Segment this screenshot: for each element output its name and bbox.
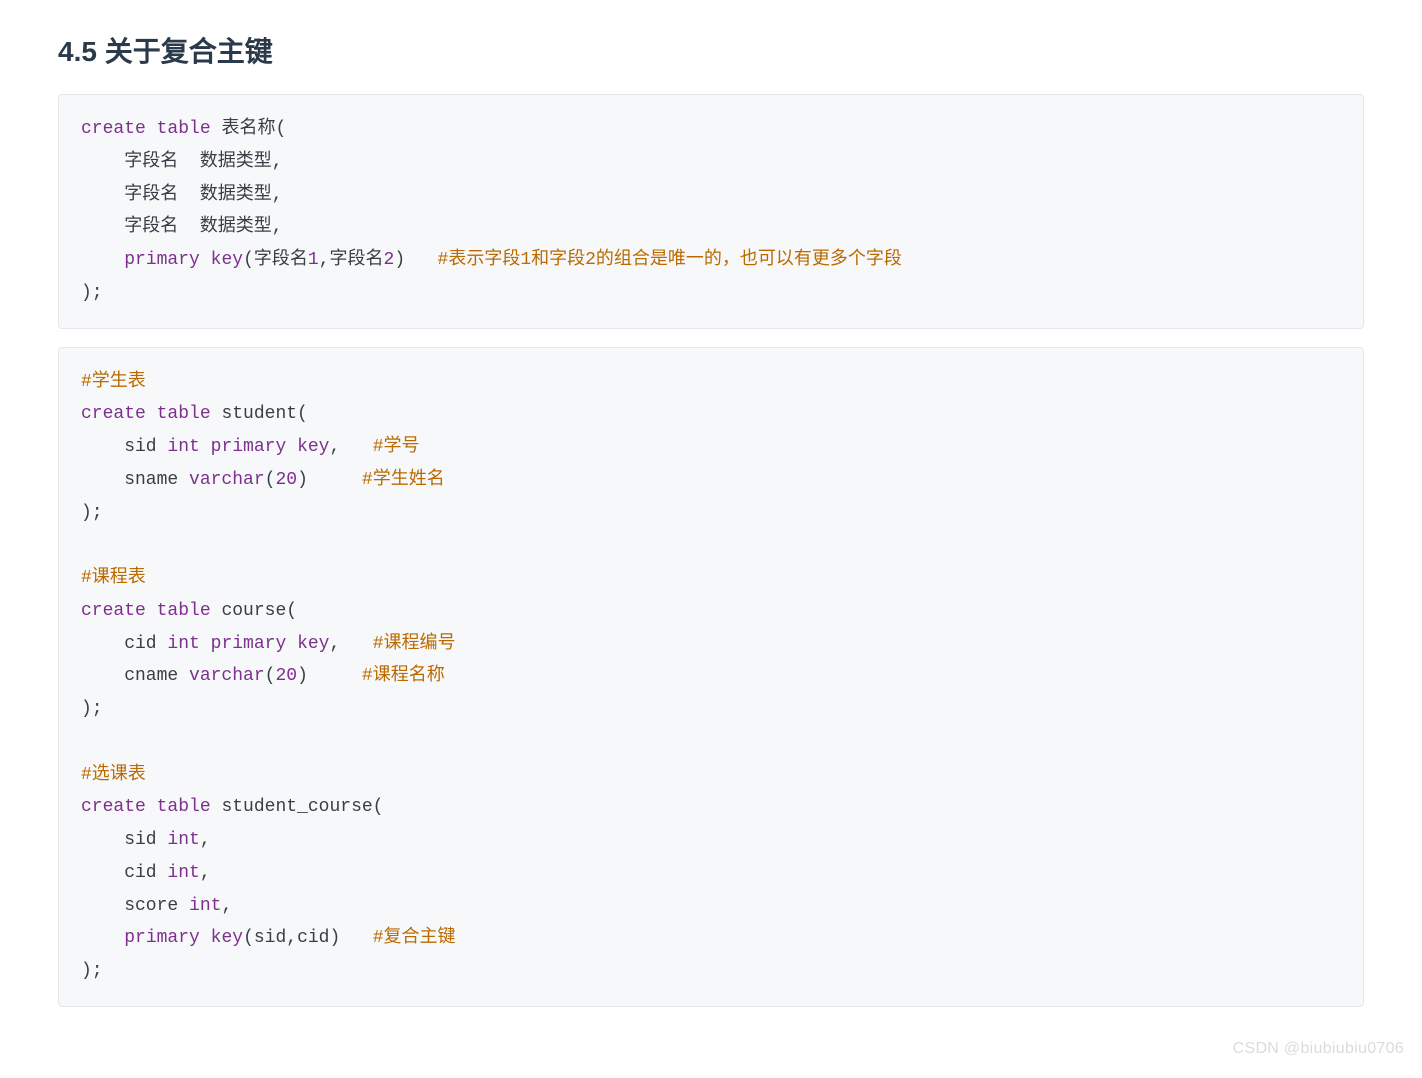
- code-text: );: [81, 699, 103, 719]
- keyword: create: [81, 119, 146, 139]
- watermark: CSDN @biubiubiu0706: [1233, 1040, 1404, 1058]
- comment: #表示字段1和字段2的组合是唯一的，也可以有更多个字段: [438, 250, 902, 270]
- code-text: ,: [329, 634, 372, 654]
- code-text: ,: [221, 896, 232, 916]
- keyword: table: [157, 119, 211, 139]
- keyword: int: [167, 437, 199, 457]
- code-text: (sid,cid): [243, 928, 373, 948]
- keyword: primary: [211, 437, 287, 457]
- code-text: (: [265, 470, 276, 490]
- code-text: );: [81, 503, 103, 523]
- number: 20: [275, 470, 297, 490]
- keyword: varchar: [189, 666, 265, 686]
- code-text: ,字段名: [319, 250, 384, 270]
- keyword: int: [167, 634, 199, 654]
- comment: #复合主键: [373, 928, 456, 948]
- code-text: );: [81, 283, 103, 303]
- code-text: 字段名 数据类型,: [81, 217, 283, 237]
- code-text: sname: [81, 470, 189, 490]
- keyword: table: [157, 601, 211, 621]
- code-text: student_course(: [211, 797, 384, 817]
- code-text: course(: [211, 601, 297, 621]
- code-text: (: [265, 666, 276, 686]
- code-text: sid: [81, 830, 167, 850]
- comment: #学生表: [81, 372, 146, 392]
- code-text: score: [81, 896, 189, 916]
- code-text: ): [394, 250, 437, 270]
- code-text: ): [297, 470, 362, 490]
- code-text: ,: [329, 437, 372, 457]
- keyword: int: [167, 830, 199, 850]
- code-block-example: #学生表 create table student( sid int prima…: [58, 347, 1364, 1007]
- code-text: (字段名: [243, 250, 308, 270]
- code-text: );: [81, 961, 103, 981]
- code-text: [200, 634, 211, 654]
- code-text: 字段名 数据类型,: [81, 152, 283, 172]
- keyword: key: [211, 928, 243, 948]
- comment: #学生姓名: [362, 470, 445, 490]
- code-text: 表名称(: [211, 119, 287, 139]
- code-block-template: create table 表名称( 字段名 数据类型, 字段名 数据类型, 字段…: [58, 94, 1364, 329]
- code-text: ,: [200, 830, 211, 850]
- code-text: 字段名 数据类型,: [81, 185, 283, 205]
- keyword: table: [157, 404, 211, 424]
- keyword: primary: [124, 250, 200, 270]
- keyword: primary: [211, 634, 287, 654]
- code-text: cname: [81, 666, 189, 686]
- code-text: [200, 437, 211, 457]
- keyword: int: [189, 896, 221, 916]
- number: 2: [384, 250, 395, 270]
- code-text: [81, 928, 124, 948]
- code-text: ): [297, 666, 362, 686]
- number: 1: [308, 250, 319, 270]
- comment: #课程编号: [373, 634, 456, 654]
- comment: #选课表: [81, 765, 146, 785]
- code-text: [81, 250, 124, 270]
- keyword: table: [157, 797, 211, 817]
- keyword: key: [297, 437, 329, 457]
- keyword: create: [81, 601, 146, 621]
- keyword: key: [211, 250, 243, 270]
- keyword: int: [167, 863, 199, 883]
- keyword: key: [297, 634, 329, 654]
- code-text: cid: [81, 634, 167, 654]
- keyword: create: [81, 404, 146, 424]
- comment: #课程名称: [362, 666, 445, 686]
- section-heading: 4.5 关于复合主键: [58, 30, 1364, 70]
- comment: #课程表: [81, 568, 146, 588]
- code-text: cid: [81, 863, 167, 883]
- code-text: ,: [200, 863, 211, 883]
- keyword: varchar: [189, 470, 265, 490]
- number: 20: [275, 666, 297, 686]
- comment: #学号: [373, 437, 420, 457]
- keyword: primary: [124, 928, 200, 948]
- code-text: sid: [81, 437, 167, 457]
- keyword: create: [81, 797, 146, 817]
- code-text: student(: [211, 404, 308, 424]
